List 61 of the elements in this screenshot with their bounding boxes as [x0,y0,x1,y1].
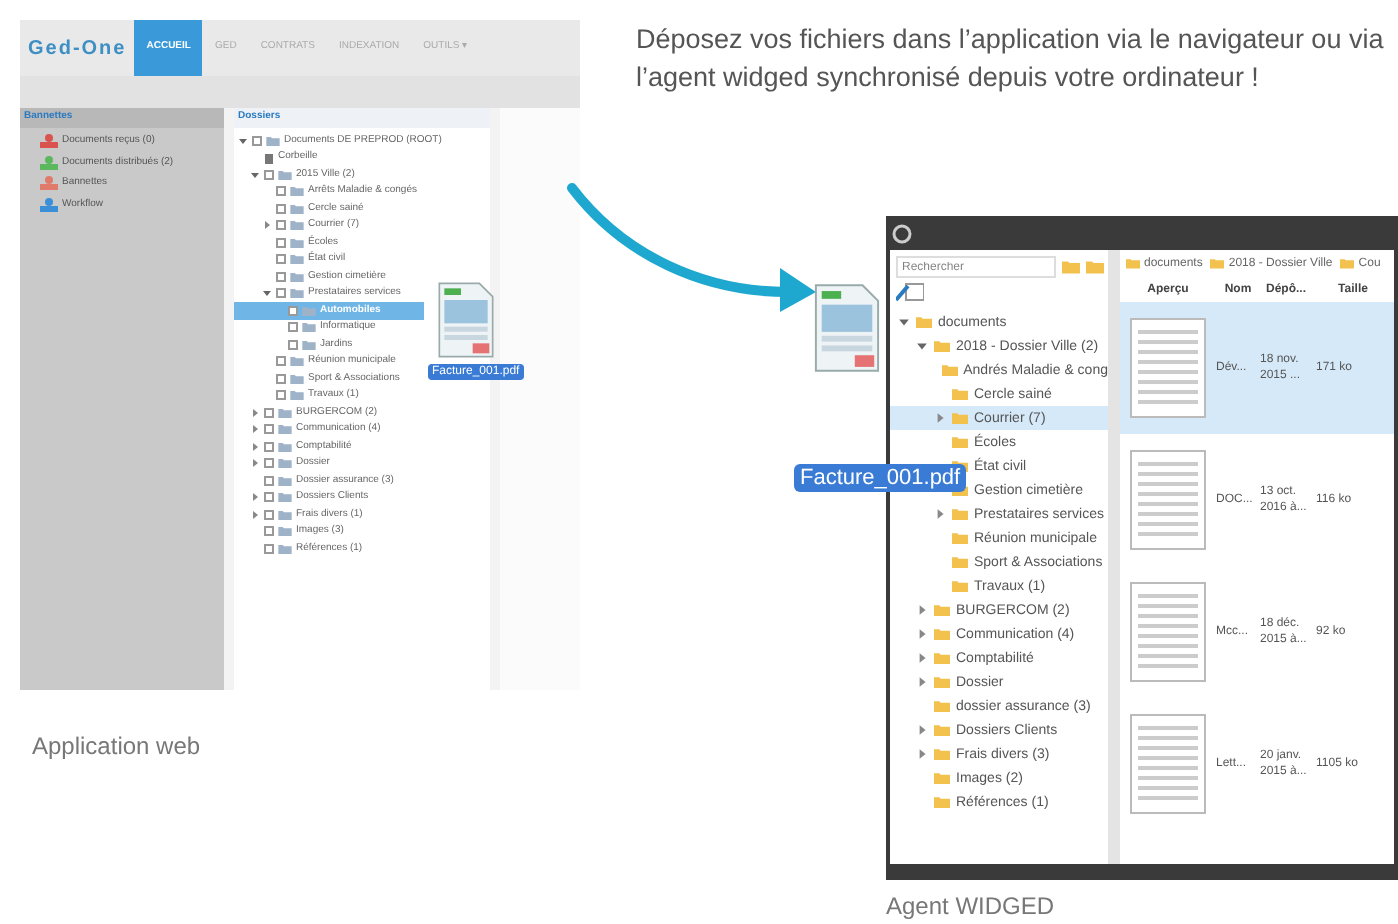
collapsed-caret-icon[interactable] [916,604,928,616]
collapsed-caret-icon[interactable] [934,508,946,520]
app-logo: Ged-One [26,35,129,63]
checkbox[interactable] [276,271,286,282]
checkbox[interactable] [276,186,286,197]
checkbox[interactable] [276,254,286,265]
checkbox[interactable] [252,135,262,146]
collapsed-caret-icon[interactable] [250,441,260,452]
collapsed-caret-icon[interactable] [934,412,946,424]
folder-icon [1340,258,1355,270]
caption: Application web [32,730,201,764]
checkbox[interactable] [264,458,274,469]
expanded-caret-icon[interactable] [262,288,272,299]
folder-icon [266,135,280,146]
collapsed-caret-icon[interactable] [250,492,260,503]
checkbox[interactable] [276,373,286,384]
checkbox[interactable] [276,203,286,214]
checkbox[interactable] [264,441,274,452]
collapsed-caret-icon[interactable] [250,407,260,418]
settings-icon[interactable] [892,223,912,243]
checkbox[interactable] [264,475,274,486]
checkbox[interactable] [264,543,274,554]
checkbox[interactable] [276,220,286,231]
checkbox[interactable] [264,492,274,503]
expanded-caret-icon[interactable] [898,316,910,328]
checkbox[interactable] [288,322,298,333]
checkbox[interactable] [276,390,286,401]
document-thumbnail-icon [1130,714,1206,814]
collapsed-caret-icon[interactable] [250,509,260,520]
document-thumbnail-icon [1130,318,1206,418]
checkbox[interactable] [288,305,298,316]
collapsed-caret-icon[interactable] [916,724,928,736]
checkbox[interactable] [288,339,298,350]
checkbox[interactable] [276,237,286,248]
pdf-file-icon[interactable] [812,280,882,376]
checkbox[interactable] [264,169,274,180]
document-thumbnail-icon [1130,450,1206,550]
sync-icon[interactable] [896,282,924,302]
checkbox[interactable] [264,526,274,537]
collapsed-caret-icon[interactable] [916,652,928,664]
pdf-file-icon[interactable] [436,280,496,360]
collapsed-caret-icon[interactable] [262,220,272,231]
document-thumbnail-icon [1130,582,1206,682]
collapsed-caret-icon[interactable] [250,424,260,435]
collapsed-caret-icon[interactable] [250,458,260,469]
folder-icon [1210,258,1225,270]
checkbox[interactable] [264,424,274,435]
expanded-caret-icon[interactable] [916,340,928,352]
caption: Agent WIDGED [886,890,1055,924]
expanded-caret-icon[interactable] [238,135,248,146]
collapsed-caret-icon[interactable] [916,628,928,640]
expanded-caret-icon[interactable] [250,169,260,180]
folder-icon [1126,258,1140,270]
checkbox[interactable] [276,288,286,299]
collapsed-caret-icon[interactable] [916,748,928,760]
headline: Déposez vos fichiers dans l’application via le navigateur ou via l’agent widged synchronisé depuis votre ordinateur ! [636,22,1386,96]
checkbox[interactable] [264,407,274,418]
trash-icon [264,151,274,164]
collapsed-caret-icon[interactable] [916,676,928,688]
checkbox[interactable] [264,509,274,520]
checkbox[interactable] [276,356,286,367]
